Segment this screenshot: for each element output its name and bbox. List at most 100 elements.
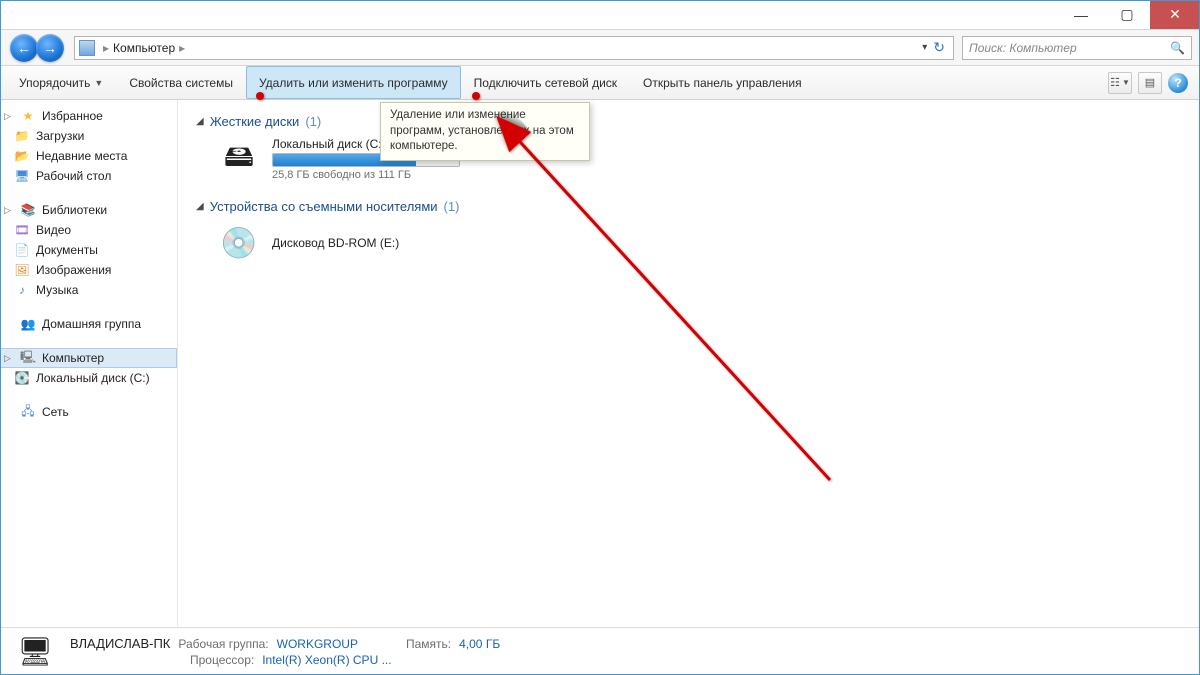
collapse-icon: ▷ [4, 353, 11, 364]
drive-local-c[interactable]: 🖴 Локальный диск (C:) 25,8 ГБ свободно и… [218, 137, 1182, 181]
breadcrumb-sep-icon: ▸ [103, 41, 109, 55]
address-bar[interactable]: ▸ Компьютер ▸ ▾ ↻ [74, 36, 954, 60]
minimize-button[interactable]: — [1058, 0, 1104, 29]
collapse-icon: ▷ [4, 205, 11, 216]
details-pane: 🖥 ВЛАДИСЛАВ-ПК Рабочая группа: WORKGROUP… [0, 627, 1200, 675]
network-icon: 🖧 [20, 404, 36, 420]
sidebar-documents[interactable]: 📄 Документы [0, 240, 177, 260]
homegroup-icon: 👥 [20, 316, 36, 332]
sidebar-homegroup[interactable]: 👥 Домашняя группа [0, 314, 177, 334]
system-properties-button[interactable]: Свойства системы [116, 66, 246, 99]
view-options-button[interactable]: ☷▼ [1108, 72, 1132, 94]
sidebar-item-label: Видео [36, 223, 71, 237]
sidebar-pictures[interactable]: 🖼 Изображения [0, 260, 177, 280]
folder-icon: 📁 [14, 128, 30, 144]
arrow-right-icon: → [43, 40, 57, 56]
sidebar-network[interactable]: 🖧 Сеть [0, 402, 177, 422]
desktop-icon: 🖥 [14, 168, 30, 184]
sidebar-downloads[interactable]: 📁 Загрузки [0, 126, 177, 146]
close-button[interactable]: ✕ [1150, 0, 1200, 29]
open-control-panel-button[interactable]: Открыть панель управления [630, 66, 815, 99]
optical-drive-icon: 💿 [218, 222, 260, 264]
group-label: Устройства со съемными носителями [210, 199, 438, 214]
back-button[interactable]: ← [10, 34, 38, 62]
body: ▷ ★ Избранное 📁 Загрузки 📂 Недавние мест… [0, 100, 1200, 627]
breadcrumb-sep-icon: ▸ [179, 41, 185, 55]
sidebar-item-label: Музыка [36, 283, 78, 297]
breadcrumb-root[interactable]: Компьютер [113, 41, 175, 55]
organize-button[interactable]: Упорядочить▼ [6, 66, 116, 99]
hard-drive-icon: 🖴 [218, 138, 260, 180]
sidebar-item-label: Избранное [42, 109, 103, 123]
search-icon: 🔍 [1170, 41, 1185, 55]
sidebar-local-disk-c[interactable]: 💽 Локальный диск (C:) [0, 368, 177, 388]
workgroup-value: WORKGROUP [277, 637, 358, 651]
sidebar-music[interactable]: ♪ Музыка [0, 280, 177, 300]
content-pane: ◢ Жесткие диски (1) 🖴 Локальный диск (C:… [178, 100, 1200, 627]
preview-pane-icon: ▤ [1145, 76, 1155, 89]
group-count: (1) [305, 114, 321, 129]
toolbar: Упорядочить▼ Свойства системы Удалить ил… [0, 66, 1200, 100]
help-icon: ? [1174, 76, 1181, 90]
search-placeholder: Поиск: Компьютер [969, 41, 1170, 55]
tooltip: Удаление или изменение программ, установ… [380, 102, 590, 161]
uninstall-program-button[interactable]: Удалить или изменить программу [246, 66, 461, 99]
memory-label: Память: [406, 637, 451, 651]
drive-bd-rom[interactable]: 💿 Дисковод BD-ROM (E:) [218, 222, 1182, 264]
preview-pane-button[interactable]: ▤ [1138, 72, 1162, 94]
sidebar-libraries[interactable]: ▷ 📚 Библиотеки [0, 200, 177, 220]
nav-row: ← → ▸ Компьютер ▸ ▾ ↻ Поиск: Компьютер 🔍 [0, 30, 1200, 66]
drive-name: Дисковод BD-ROM (E:) [272, 236, 399, 250]
view-options-icon: ☷ [1110, 76, 1120, 89]
map-network-drive-button[interactable]: Подключить сетевой диск [461, 66, 630, 99]
music-icon: ♪ [14, 282, 30, 298]
pc-name: ВЛАДИСЛАВ-ПК [70, 636, 170, 651]
cpu-label: Процессор: [190, 653, 254, 667]
sidebar-video[interactable]: 🎞 Видео [0, 220, 177, 240]
sidebar-item-label: Домашняя группа [42, 317, 141, 331]
sidebar-item-label: Библиотеки [42, 203, 107, 217]
sidebar: ▷ ★ Избранное 📁 Загрузки 📂 Недавние мест… [0, 100, 178, 627]
maximize-button[interactable]: ▢ [1104, 0, 1150, 29]
drive-icon: 💽 [14, 370, 30, 386]
arrow-left-icon: ← [17, 40, 31, 56]
recent-icon: 📂 [14, 148, 30, 164]
workgroup-label: Рабочая группа: [178, 637, 268, 651]
group-hard-drives[interactable]: ◢ Жесткие диски (1) [196, 114, 1182, 129]
titlebar: — ▢ ✕ [0, 0, 1200, 30]
sidebar-item-label: Недавние места [36, 149, 127, 163]
address-dropdown-icon[interactable]: ▾ [922, 42, 927, 53]
group-count: (1) [444, 199, 460, 214]
star-icon: ★ [20, 108, 36, 124]
sidebar-item-label: Загрузки [36, 129, 84, 143]
documents-icon: 📄 [14, 242, 30, 258]
sidebar-item-label: Локальный диск (C:) [36, 371, 150, 385]
drive-free-text: 25,8 ГБ свободно из 111 ГБ [272, 169, 460, 181]
cpu-value: Intel(R) Xeon(R) CPU ... [262, 653, 391, 667]
pictures-icon: 🖼 [14, 262, 30, 278]
collapse-icon: ◢ [196, 116, 204, 127]
collapse-icon: ◢ [196, 201, 204, 212]
sidebar-item-label: Рабочий стол [36, 169, 111, 183]
computer-large-icon: 🖥 [14, 634, 56, 670]
video-icon: 🎞 [14, 222, 30, 238]
forward-button[interactable]: → [36, 34, 64, 62]
search-input[interactable]: Поиск: Компьютер 🔍 [962, 36, 1192, 60]
libraries-icon: 📚 [20, 202, 36, 218]
memory-value: 4,00 ГБ [459, 637, 500, 651]
sidebar-favorites[interactable]: ▷ ★ Избранное [0, 106, 177, 126]
sidebar-desktop[interactable]: 🖥 Рабочий стол [0, 166, 177, 186]
computer-icon: 🖳 [20, 350, 36, 366]
help-button[interactable]: ? [1168, 73, 1188, 93]
sidebar-item-label: Компьютер [42, 351, 104, 365]
chevron-down-icon: ▼ [1122, 78, 1130, 87]
sidebar-computer[interactable]: ▷ 🖳 Компьютер [0, 348, 177, 368]
group-removable[interactable]: ◢ Устройства со съемными носителями (1) [196, 199, 1182, 214]
sidebar-recent[interactable]: 📂 Недавние места [0, 146, 177, 166]
group-label: Жесткие диски [210, 114, 300, 129]
sidebar-item-label: Документы [36, 243, 98, 257]
collapse-icon: ▷ [4, 111, 11, 122]
chevron-down-icon: ▼ [94, 78, 103, 88]
refresh-icon[interactable]: ↻ [933, 39, 945, 56]
computer-icon [79, 40, 95, 56]
